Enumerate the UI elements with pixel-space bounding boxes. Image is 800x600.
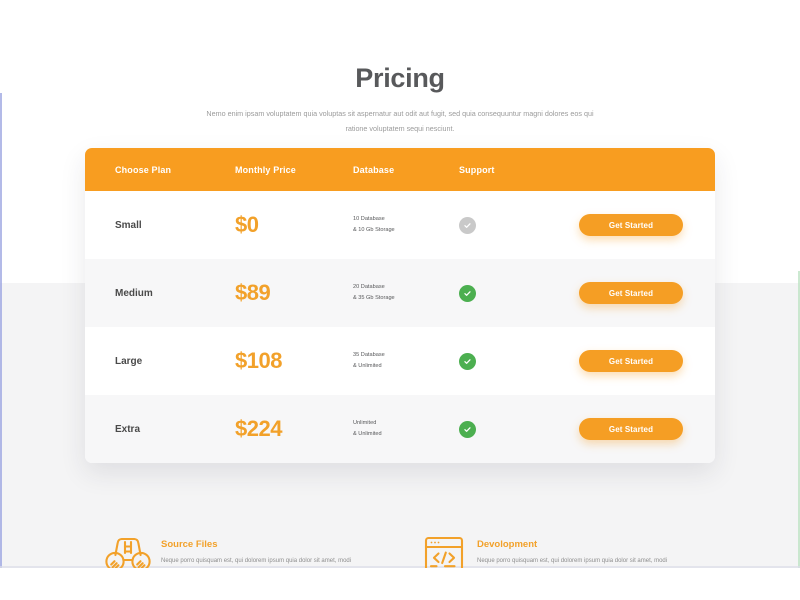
database-line-1: Unlimited bbox=[353, 420, 377, 426]
plan-action: Get Started bbox=[579, 214, 709, 236]
canvas-left-edge bbox=[0, 93, 2, 568]
column-header-database: Database bbox=[353, 164, 395, 175]
page-heading: Pricing Nemo enim ipsam voluptatem quia … bbox=[0, 63, 800, 136]
feature-text: Neque porro quisquam est, qui dolorem ip… bbox=[477, 558, 668, 564]
plan-support bbox=[459, 216, 579, 234]
database-line-1: 10 Database bbox=[353, 216, 385, 222]
database-line-2: & 35 Gb Storage bbox=[353, 295, 395, 301]
plan-name: Small bbox=[115, 219, 142, 231]
plan-name: Extra bbox=[115, 423, 141, 435]
code-browser-icon bbox=[411, 529, 477, 568]
feature-item-source-files: Source Files Neque porro quisquam est, q… bbox=[95, 529, 393, 568]
feature-list: Source Files Neque porro quisquam est, q… bbox=[95, 529, 710, 568]
column-header-support: Support bbox=[459, 164, 495, 175]
plan-price: $108 bbox=[235, 348, 282, 373]
table-row: Small $0 10 Database & 10 Gb Storage Get… bbox=[85, 191, 715, 259]
table-header-row: Choose Plan Monthly Price Database Suppo… bbox=[85, 148, 715, 191]
database-line-2: & Unlimited bbox=[353, 363, 382, 369]
get-started-button[interactable]: Get Started bbox=[579, 282, 683, 304]
feature-title: Devolopment bbox=[477, 539, 538, 550]
plan-support bbox=[459, 420, 579, 438]
page-subtitle: Nemo enim ipsam voluptatem quia voluptas… bbox=[206, 109, 594, 133]
pricing-table-card: Choose Plan Monthly Price Database Suppo… bbox=[85, 148, 715, 463]
feature-title: Source Files bbox=[161, 539, 218, 550]
plan-database: 35 Database & Unlimited bbox=[353, 350, 459, 372]
plan-price: $224 bbox=[235, 416, 282, 441]
plan-price: $0 bbox=[235, 212, 259, 237]
plan-action: Get Started bbox=[579, 282, 709, 304]
plan-database: 20 Database & 35 Gb Storage bbox=[353, 282, 459, 304]
page-title: Pricing bbox=[355, 63, 445, 93]
table-row: Large $108 35 Database & Unlimited Get S… bbox=[85, 327, 715, 395]
plan-name: Large bbox=[115, 355, 143, 367]
column-header-plan: Choose Plan bbox=[115, 164, 172, 175]
plan-database: 10 Database & 10 Gb Storage bbox=[353, 214, 459, 236]
feature-body: Devolopment Neque porro quisquam est, qu… bbox=[477, 529, 687, 568]
check-circle-icon bbox=[459, 284, 476, 302]
database-line-2: & Unlimited bbox=[353, 431, 382, 437]
plan-database: Unlimited & Unlimited bbox=[353, 418, 459, 440]
feature-text: Neque porro quisquam est, qui dolorem ip… bbox=[161, 558, 352, 564]
check-circle-icon bbox=[459, 352, 476, 370]
binoculars-icon bbox=[95, 529, 161, 568]
feature-item-development: Devolopment Neque porro quisquam est, qu… bbox=[411, 529, 709, 568]
plan-support bbox=[459, 352, 579, 370]
table-row: Medium $89 20 Database & 35 Gb Storage G… bbox=[85, 259, 715, 327]
get-started-button[interactable]: Get Started bbox=[579, 350, 683, 372]
database-line-2: & 10 Gb Storage bbox=[353, 227, 395, 233]
table-row: Extra $224 Unlimited & Unlimited Get Sta… bbox=[85, 395, 715, 463]
column-header-price: Monthly Price bbox=[235, 164, 296, 175]
plan-name: Medium bbox=[115, 287, 153, 299]
design-canvas: Pricing Nemo enim ipsam voluptatem quia … bbox=[0, 31, 800, 568]
check-circle-icon bbox=[459, 216, 476, 234]
plan-action: Get Started bbox=[579, 350, 709, 372]
database-line-1: 20 Database bbox=[353, 284, 385, 290]
plan-price: $89 bbox=[235, 280, 271, 305]
feature-body: Source Files Neque porro quisquam est, q… bbox=[161, 529, 371, 568]
get-started-button[interactable]: Get Started bbox=[579, 418, 683, 440]
get-started-button[interactable]: Get Started bbox=[579, 214, 683, 236]
plan-action: Get Started bbox=[579, 418, 709, 440]
database-line-1: 35 Database bbox=[353, 352, 385, 358]
check-circle-icon bbox=[459, 420, 476, 438]
plan-support bbox=[459, 284, 579, 302]
pricing-page: Pricing Nemo enim ipsam voluptatem quia … bbox=[0, 0, 800, 600]
